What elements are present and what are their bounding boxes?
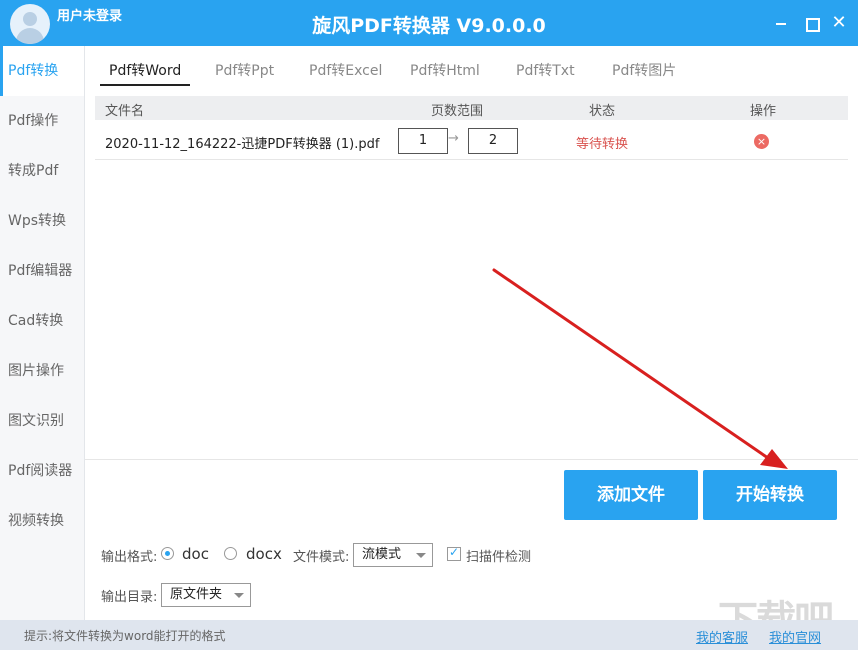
tab-pdf-to-txt[interactable]: Pdf转Txt <box>516 60 575 80</box>
tab-pdf-to-excel[interactable]: Pdf转Excel <box>309 60 382 80</box>
output-dir-select[interactable]: 原文件夹 <box>161 583 251 607</box>
output-format-label: 输出格式: <box>101 550 158 565</box>
sidebar-item-pdf-convert[interactable]: Pdf转换 <box>0 46 84 96</box>
column-header-status: 状态 <box>589 104 616 119</box>
chevron-down-icon <box>234 593 244 598</box>
official-site-link[interactable]: 我的官网 <box>769 627 821 646</box>
file-mode-value: 流模式 <box>362 547 402 562</box>
tab-pdf-to-image[interactable]: Pdf转图片 <box>612 60 676 80</box>
output-dir-value: 原文件夹 <box>170 587 223 602</box>
format-docx-radio[interactable] <box>224 547 237 560</box>
page-to-input[interactable]: 2 <box>468 128 518 154</box>
column-header-filename: 文件名 <box>105 104 145 119</box>
file-mode-select[interactable]: 流模式 <box>353 543 433 567</box>
format-docx-label[interactable]: docx <box>246 545 282 563</box>
page-from-input[interactable]: 1 <box>398 128 448 154</box>
column-header-page-range: 页数范围 <box>431 104 484 119</box>
file-mode-label: 文件模式: <box>293 550 350 565</box>
format-doc-label[interactable]: doc <box>182 545 209 563</box>
checkmark-icon: ✓ <box>449 545 460 559</box>
sidebar-item-wps-convert[interactable]: Wps转换 <box>0 196 84 246</box>
minimize-icon[interactable] <box>772 14 790 32</box>
column-header-action: 操作 <box>750 104 777 119</box>
file-name: 2020-11-12_164222-迅捷PDF转换器 (1).pdf <box>105 137 380 152</box>
add-file-button[interactable]: 添加文件 <box>564 470 698 520</box>
status-bar: 提示:将文件转换为word能打开的格式 我的客服 我的官网 <box>0 620 858 650</box>
close-icon[interactable]: ✕ <box>830 14 848 32</box>
sidebar: Pdf转换 Pdf操作 转成Pdf Wps转换 Pdf编辑器 Cad转换 图片操… <box>0 46 85 620</box>
tab-pdf-to-html[interactable]: Pdf转Html <box>410 60 480 80</box>
sidebar-item-cad-convert[interactable]: Cad转换 <box>0 296 84 346</box>
sidebar-item-ocr[interactable]: 图文识别 <box>0 396 84 446</box>
tab-pdf-to-ppt[interactable]: Pdf转Ppt <box>215 60 274 80</box>
scan-check-checkbox[interactable]: ✓ <box>447 545 461 561</box>
sidebar-item-image-operate[interactable]: 图片操作 <box>0 346 84 396</box>
delete-file-icon[interactable]: × <box>754 134 769 149</box>
scan-check-label[interactable]: 扫描件检测 <box>466 546 531 565</box>
app-title: 旋风PDF转换器 V9.0.0.0 <box>312 15 546 37</box>
sidebar-item-pdf-editor[interactable]: Pdf编辑器 <box>0 246 84 296</box>
sidebar-item-to-pdf[interactable]: 转成Pdf <box>0 146 84 196</box>
customer-service-link[interactable]: 我的客服 <box>696 627 748 646</box>
title-bar: 用户未登录 旋风PDF转换器 V9.0.0.0 ✕ <box>0 0 858 46</box>
hint-text: 提示:将文件转换为word能打开的格式 <box>24 629 226 643</box>
range-arrow-icon: → <box>448 131 459 146</box>
sidebar-item-pdf-reader[interactable]: Pdf阅读器 <box>0 446 84 496</box>
format-doc-radio[interactable] <box>161 547 174 560</box>
start-convert-button[interactable]: 开始转换 <box>703 470 837 520</box>
sidebar-item-video-convert[interactable]: 视频转换 <box>0 496 84 546</box>
chevron-down-icon <box>416 553 426 558</box>
table-row[interactable]: 2020-11-12_164222-迅捷PDF转换器 (1).pdf 1 → 2… <box>95 122 848 160</box>
sidebar-item-pdf-operate[interactable]: Pdf操作 <box>0 96 84 146</box>
active-tab-indicator <box>100 84 190 86</box>
output-dir-label: 输出目录: <box>101 590 158 605</box>
status-badge: 等待转换 <box>576 137 629 152</box>
maximize-icon[interactable] <box>802 14 820 32</box>
tab-pdf-to-word[interactable]: Pdf转Word <box>109 60 181 80</box>
file-table-header: 文件名 页数范围 状态 操作 <box>95 96 848 120</box>
